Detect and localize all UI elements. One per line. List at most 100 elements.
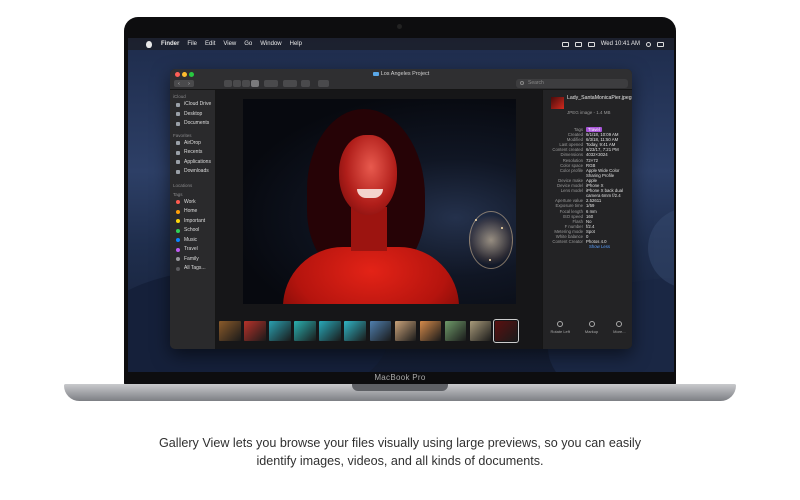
cloud-icon [176, 102, 180, 107]
sidebar-item-downloads[interactable]: Downloads [170, 167, 215, 177]
sidebar-item-label: Work [184, 198, 196, 205]
more-button[interactable]: More... [613, 321, 626, 334]
sidebar-item-icloud-drive[interactable]: iCloud Drive [170, 100, 215, 110]
menu-bar: Finder File Edit View Go Window Help Wed… [128, 38, 674, 50]
sidebar-section-header: Locations [173, 182, 193, 188]
menu-clock[interactable]: Wed 10:41 AM [601, 41, 640, 47]
window-title-text: Los Angeles Project [380, 71, 430, 77]
laptop-brand-label: MacBook Pro [374, 373, 426, 382]
control-list-icon[interactable] [657, 41, 664, 47]
filmstrip-thumbnail[interactable] [369, 321, 392, 341]
light-spark [501, 227, 503, 229]
markup-button[interactable]: Markup [585, 321, 598, 334]
sidebar-item-label: Family [184, 255, 199, 262]
menu-file[interactable]: File [187, 41, 197, 47]
menu-go[interactable]: Go [244, 41, 252, 47]
tag-color-dot [176, 228, 180, 233]
action-label: Markup [584, 329, 599, 334]
sidebar-tag-all-tags[interactable]: All Tags... [170, 264, 215, 274]
inspector-panel: Lady_SantaMonicaPier.jpeg JPEG image - 1… [542, 90, 632, 349]
filmstrip-thumbnail[interactable] [319, 321, 341, 341]
metadata-row: Lens model iPhone X back dual camera 6mm … [543, 188, 632, 198]
markup-icon [588, 321, 595, 327]
sidebar-item-label: All Tags... [184, 265, 206, 271]
tag-color-dot [176, 257, 180, 262]
back-arrow-icon[interactable]: ‹ [178, 81, 180, 87]
inspector-filename: Lady_SantaMonicaPier.jpeg [567, 95, 632, 101]
tag-color-dot [176, 266, 180, 271]
filmstrip-thumbnail[interactable] [294, 321, 316, 341]
caption-text: Gallery View lets you browse your files … [158, 436, 642, 468]
filmstrip-thumbnail[interactable] [269, 321, 291, 341]
light-spark [475, 219, 477, 221]
filmstrip-thumbnail[interactable] [469, 321, 492, 341]
view-gallery-button[interactable] [251, 80, 259, 87]
sidebar-item-label: iCloud Drive [184, 101, 212, 107]
metadata-key: Content Creator [552, 239, 583, 245]
tag-icon[interactable] [318, 80, 329, 87]
back-forward-buttons[interactable]: ‹ › [174, 80, 194, 87]
metadata-key: Lens model [560, 188, 583, 194]
wifi-icon[interactable] [561, 41, 569, 47]
filmstrip-thumbnail[interactable] [244, 321, 266, 341]
filmstrip-thumbnail[interactable] [344, 321, 366, 341]
menu-view[interactable]: View [223, 41, 236, 47]
filmstrip-thumbnail[interactable] [394, 321, 417, 341]
sidebar-item-applications[interactable]: Applications [170, 158, 215, 168]
menu-help[interactable]: Help [290, 41, 302, 47]
sidebar-section-header: iCloud [173, 94, 186, 99]
search-input[interactable]: Search [516, 79, 628, 88]
sidebar-item-label: Desktop [184, 110, 203, 117]
search-icon [520, 81, 524, 85]
share-icon[interactable] [301, 80, 310, 87]
menu-app-name[interactable]: Finder [161, 41, 179, 47]
sidebar-item-desktop[interactable]: Desktop [170, 110, 215, 120]
desktop-icon [176, 112, 180, 117]
sidebar-item-recents[interactable]: Recents [170, 148, 215, 158]
search-placeholder: Search [528, 80, 544, 86]
show-less-link[interactable]: Show Less [543, 244, 632, 250]
rotate-left-button[interactable]: Rotate Left [550, 321, 570, 334]
sidebar-item-label: AirDrop [184, 139, 201, 146]
filmstrip-thumbnail[interactable] [493, 319, 519, 343]
metadata-value: Apple Wide Color Sharing Profile [586, 167, 620, 178]
sidebar-item-airdrop[interactable]: AirDrop [170, 139, 215, 149]
group-by-button[interactable] [264, 80, 278, 87]
view-columns-button[interactable] [242, 80, 250, 87]
battery-icon[interactable] [587, 41, 595, 47]
camera-icon [397, 24, 402, 29]
metadata-value: iPhone X back dual camera 6mm f/2.4 [586, 188, 624, 199]
sidebar-item-label: Documents [184, 120, 210, 126]
laptop-notch [352, 384, 448, 391]
action-label: More... [613, 329, 626, 334]
view-icons-button[interactable] [224, 80, 232, 87]
sidebar-tag-school[interactable]: School [170, 226, 215, 236]
window-titlebar: Los Angeles Project ‹ › Search [170, 69, 632, 90]
portrait-body [283, 247, 459, 304]
apple-icon[interactable] [146, 40, 152, 48]
view-list-button[interactable] [233, 80, 241, 87]
menu-window[interactable]: Window [260, 41, 281, 47]
forward-arrow-icon[interactable]: › [188, 81, 190, 87]
sidebar-tag-home[interactable]: Home [170, 207, 215, 217]
sidebar-tag-work[interactable]: Work [170, 198, 215, 208]
sidebar-item-label: Music [184, 236, 198, 243]
sidebar-tag-music[interactable]: Music [170, 236, 215, 246]
sidebar-item-label: Recents [184, 149, 203, 155]
menu-edit[interactable]: Edit [205, 41, 215, 47]
filmstrip-thumbnail[interactable] [219, 321, 241, 341]
action-gear-icon[interactable] [283, 80, 297, 87]
preview-image[interactable] [243, 99, 516, 304]
filmstrip-thumbnail[interactable] [444, 321, 467, 341]
airdrop-icon [176, 141, 180, 146]
metadata-key: Color profile [559, 167, 583, 173]
sidebar-tag-family[interactable]: Family [170, 255, 215, 265]
airplay-icon[interactable] [574, 41, 582, 47]
sidebar-tag-important[interactable]: Important [170, 217, 215, 227]
sidebar-item-label: Applications [184, 158, 211, 165]
sidebar-item-documents[interactable]: Documents [170, 119, 215, 129]
filmstrip-thumbnail[interactable] [419, 321, 442, 341]
spotlight-icon[interactable] [646, 41, 651, 47]
sidebar-tag-travel[interactable]: Travel [170, 245, 215, 255]
wallpaper-glow [648, 208, 674, 288]
